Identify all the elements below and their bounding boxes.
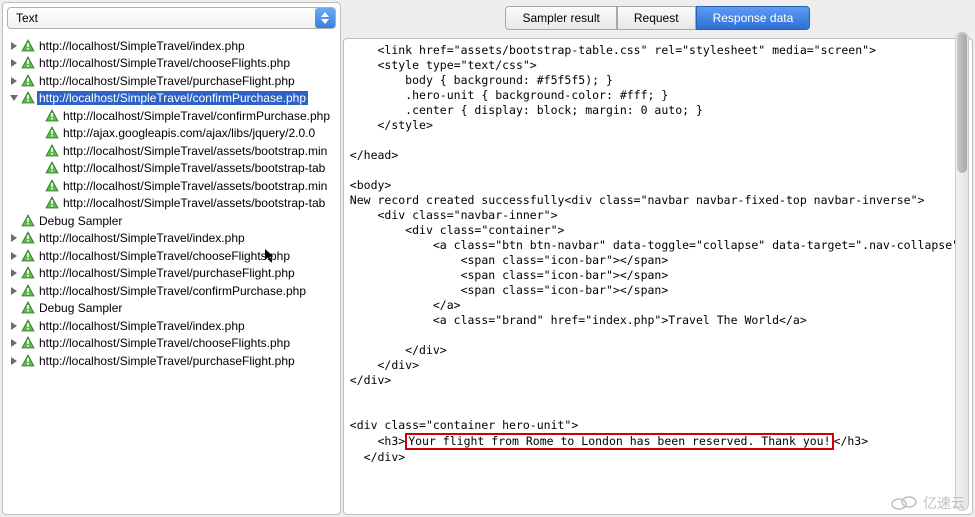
tree-item-label: http://localhost/SimpleTravel/index.php	[37, 39, 247, 53]
tree-item[interactable]: http://localhost/SimpleTravel/index.php	[5, 230, 340, 248]
tree-item-label: http://localhost/SimpleTravel/purchaseFl…	[37, 266, 297, 280]
vertical-scrollbar[interactable]	[955, 32, 969, 511]
tree-item-label: http://localhost/SimpleTravel/confirmPur…	[37, 284, 308, 298]
tree-item-label: http://localhost/SimpleTravel/index.php	[37, 231, 247, 245]
sampler-icon	[45, 126, 59, 140]
tree-item-label: http://localhost/SimpleTravel/chooseFlig…	[37, 249, 292, 263]
tree-item[interactable]: http://localhost/SimpleTravel/purchaseFl…	[5, 72, 340, 90]
mouse-cursor-icon	[265, 249, 275, 263]
disclosure-right-icon[interactable]	[9, 252, 19, 260]
watermark-text: 亿速云	[923, 493, 965, 513]
sampler-icon	[21, 266, 35, 280]
scroll-thumb[interactable]	[957, 33, 967, 173]
tree-item-label: http://localhost/SimpleTravel/chooseFlig…	[37, 56, 292, 70]
sampler-icon	[21, 214, 35, 228]
detail-panel: Sampler resultRequestResponse data <link…	[343, 2, 973, 515]
sampler-icon	[21, 249, 35, 263]
disclosure-right-icon[interactable]	[9, 339, 19, 347]
disclosure-right-icon[interactable]	[9, 269, 19, 277]
tree-item[interactable]: http://ajax.googleapis.com/ajax/libs/jqu…	[5, 125, 340, 143]
disclosure-down-icon[interactable]	[9, 94, 19, 102]
disclosure-right-icon[interactable]	[9, 77, 19, 85]
tree-item[interactable]: http://localhost/SimpleTravel/assets/boo…	[5, 160, 340, 178]
dropdown-arrows-icon[interactable]	[315, 8, 335, 28]
sampler-icon	[45, 161, 59, 175]
sampler-icon	[21, 319, 35, 333]
tree-item-label: http://localhost/SimpleTravel/purchaseFl…	[37, 74, 297, 88]
tree-item[interactable]: http://localhost/SimpleTravel/chooseFlig…	[5, 247, 340, 265]
tree-item[interactable]: http://localhost/SimpleTravel/confirmPur…	[5, 90, 340, 108]
tree-item[interactable]: http://localhost/SimpleTravel/index.php	[5, 37, 340, 55]
disclosure-right-icon[interactable]	[9, 42, 19, 50]
tab-request[interactable]: Request	[617, 6, 696, 30]
tree-item-label: http://localhost/SimpleTravel/index.php	[37, 319, 247, 333]
disclosure-right-icon[interactable]	[9, 59, 19, 67]
tree-item-label: http://ajax.googleapis.com/ajax/libs/jqu…	[61, 126, 317, 140]
sampler-icon	[45, 179, 59, 193]
tree-item-label: Debug Sampler	[37, 301, 124, 315]
sampler-icon	[21, 284, 35, 298]
tree-item[interactable]: Debug Sampler	[5, 300, 340, 318]
tree-item-label: http://localhost/SimpleTravel/assets/boo…	[61, 161, 327, 175]
watermark: 亿速云	[889, 493, 965, 513]
tree-item[interactable]: http://localhost/SimpleTravel/purchaseFl…	[5, 352, 340, 370]
dropdown-selected: Text	[16, 11, 38, 25]
sampler-icon	[21, 39, 35, 53]
sampler-icon	[21, 56, 35, 70]
tree-item[interactable]: http://localhost/SimpleTravel/purchaseFl…	[5, 265, 340, 283]
tab-sampler-result[interactable]: Sampler result	[505, 6, 616, 30]
sampler-icon	[45, 196, 59, 210]
tree-item-label: http://localhost/SimpleTravel/assets/boo…	[61, 179, 329, 193]
tree-item[interactable]: http://localhost/SimpleTravel/assets/boo…	[5, 195, 340, 213]
tree-item[interactable]: http://localhost/SimpleTravel/chooseFlig…	[5, 335, 340, 353]
highlighted-text: Your flight from Rome to London has been…	[405, 433, 833, 450]
response-body-pane[interactable]: <link href="assets/bootstrap-table.css" …	[343, 38, 973, 515]
disclosure-right-icon[interactable]	[9, 287, 19, 295]
sampler-icon	[21, 301, 35, 315]
sampler-icon	[45, 144, 59, 158]
tab-bar: Sampler resultRequestResponse data	[343, 2, 973, 38]
tree-item-label: http://localhost/SimpleTravel/confirmPur…	[37, 91, 308, 105]
disclosure-right-icon[interactable]	[9, 234, 19, 242]
tree-item-label: http://localhost/SimpleTravel/assets/boo…	[61, 196, 327, 210]
sampler-icon	[21, 91, 35, 105]
disclosure-right-icon[interactable]	[9, 322, 19, 330]
tab-response-data[interactable]: Response data	[696, 6, 811, 30]
tree-item-label: http://localhost/SimpleTravel/chooseFlig…	[37, 336, 292, 350]
tree-item-label: http://localhost/SimpleTravel/purchaseFl…	[37, 354, 297, 368]
tree-item[interactable]: http://localhost/SimpleTravel/assets/boo…	[5, 177, 340, 195]
renderer-dropdown[interactable]: Text	[7, 7, 336, 29]
sampler-icon	[21, 74, 35, 88]
sampler-icon	[45, 109, 59, 123]
tree-item[interactable]: http://localhost/SimpleTravel/chooseFlig…	[5, 55, 340, 73]
tree-item[interactable]: http://localhost/SimpleTravel/confirmPur…	[5, 282, 340, 300]
tree-item[interactable]: Debug Sampler	[5, 212, 340, 230]
tree-item[interactable]: http://localhost/SimpleTravel/index.php	[5, 317, 340, 335]
tree-item-label: http://localhost/SimpleTravel/assets/boo…	[61, 144, 329, 158]
sampler-icon	[21, 354, 35, 368]
sampler-icon	[21, 231, 35, 245]
tree-item-label: Debug Sampler	[37, 214, 124, 228]
disclosure-right-icon[interactable]	[9, 357, 19, 365]
tree-item-label: http://localhost/SimpleTravel/confirmPur…	[61, 109, 332, 123]
tree-panel: Text http://localhost/SimpleTravel/index…	[2, 2, 341, 515]
tree-item[interactable]: http://localhost/SimpleTravel/confirmPur…	[5, 107, 340, 125]
sampler-icon	[21, 336, 35, 350]
tree-item[interactable]: http://localhost/SimpleTravel/assets/boo…	[5, 142, 340, 160]
result-tree[interactable]: http://localhost/SimpleTravel/index.php h…	[3, 33, 340, 514]
